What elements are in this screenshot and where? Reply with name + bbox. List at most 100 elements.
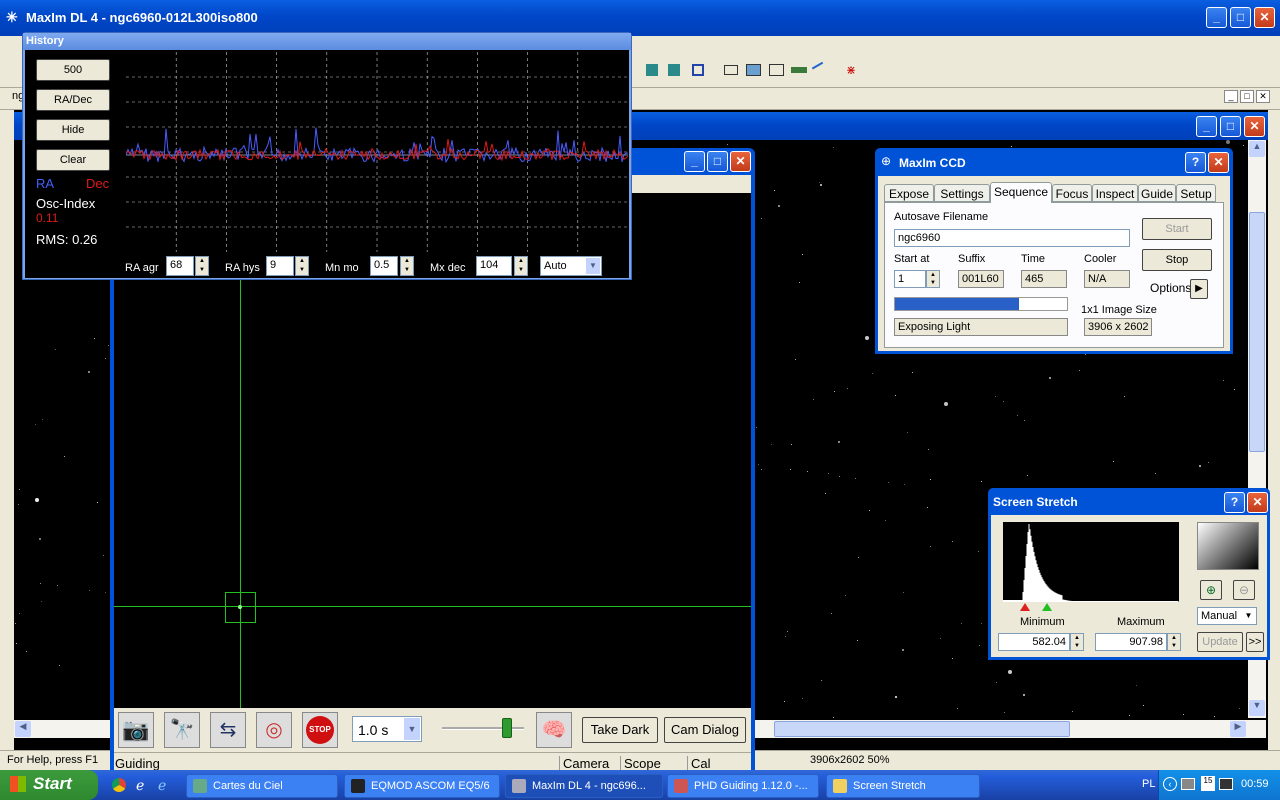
autosave-input[interactable]: ngc6960 [894, 229, 1130, 247]
vscroll-down[interactable]: ▼ [1249, 700, 1265, 716]
ra-agr-input[interactable]: 68 [166, 256, 194, 276]
hscroll-thumb[interactable] [774, 721, 1070, 737]
stop-icon[interactable]: STOP [302, 712, 338, 748]
phd-maximize-button[interactable]: □ [707, 151, 728, 172]
maximize-button[interactable]: □ [1230, 7, 1251, 28]
chevron-down-icon[interactable]: ▼ [586, 258, 600, 274]
chevron-down-icon[interactable]: ▼ [404, 718, 420, 740]
monitor-icon[interactable] [1219, 778, 1233, 790]
mode-select[interactable]: Auto ▼ [540, 256, 602, 276]
exposure-select[interactable]: 1.0 s ▼ [352, 716, 422, 742]
task-maxim[interactable]: MaxIm DL 4 - ngc696... [505, 774, 663, 798]
close-button[interactable]: ✕ [1254, 7, 1275, 28]
min-spinner[interactable]: ▲ ▼ [1070, 633, 1084, 651]
stretch-close-button[interactable]: ✕ [1247, 492, 1268, 513]
ra-hys-spinner[interactable]: ▲ ▼ [295, 256, 309, 276]
mdi-minimize-button[interactable]: _ [1224, 90, 1238, 103]
phd-minimize-button[interactable]: _ [684, 151, 705, 172]
history-hide-button[interactable]: Hide [36, 119, 110, 141]
history-scale-button[interactable]: 500 [36, 59, 110, 81]
toolbar-icon-5[interactable] [746, 64, 761, 76]
max-input[interactable]: 907.98 [1095, 633, 1167, 651]
toolbar-icon-3[interactable] [692, 64, 704, 76]
mn-mo-input[interactable]: 0.5 [370, 256, 398, 276]
toolbar-icon-7[interactable] [791, 67, 807, 73]
start-button[interactable]: Start [1142, 218, 1212, 240]
start-button[interactable]: Start [0, 770, 98, 800]
history-radec-button[interactable]: RA/Dec [36, 89, 110, 111]
task-cartes-du-ciel[interactable]: Cartes du Ciel [186, 774, 338, 798]
ra-hys-input[interactable]: 9 [266, 256, 294, 276]
tab-focus[interactable]: Focus [1052, 184, 1092, 202]
minimize-button[interactable]: _ [1206, 7, 1227, 28]
start-at-input[interactable]: 1 [894, 270, 926, 288]
take-dark-button[interactable]: Take Dark [582, 717, 658, 743]
mx-dec-input[interactable]: 104 [476, 256, 512, 276]
image-minimize-button[interactable]: _ [1196, 116, 1217, 137]
stretch-mode-select[interactable]: Manual ▼ [1197, 607, 1257, 625]
telescope-icon[interactable]: 🔭 [164, 712, 200, 748]
ccd-help-button[interactable]: ? [1185, 152, 1206, 173]
toolbar-icon-2[interactable] [668, 64, 680, 76]
image-maximize-button[interactable]: □ [1220, 116, 1241, 137]
tab-sequence[interactable]: Sequence [990, 182, 1052, 203]
task-phd[interactable]: PHD Guiding 1.12.0 -... [667, 774, 819, 798]
phd-close-button[interactable]: ✕ [730, 151, 751, 172]
ie-icon-2[interactable]: ℯ [158, 777, 166, 794]
toolbar-icon-6[interactable] [769, 64, 784, 76]
maxim-titlebar[interactable]: ✳ MaxIm DL 4 - ngc6960-012L300iso800 _ □… [0, 0, 1280, 36]
options-arrow-button[interactable]: ▶ [1190, 279, 1208, 299]
chevron-down-icon[interactable]: ▼ [1242, 609, 1255, 623]
crosshair-horizontal [114, 606, 751, 607]
zoom-out-icon[interactable]: ⊖ [1233, 580, 1255, 600]
history-clear-button[interactable]: Clear [36, 149, 110, 171]
mdi-close-button[interactable]: ✕ [1256, 90, 1270, 103]
star [813, 398, 815, 400]
camera-icon[interactable]: 📷 [118, 712, 154, 748]
tab-settings[interactable]: Settings [934, 184, 990, 202]
hscroll-right[interactable]: ▶ [1230, 721, 1246, 737]
stretch-histogram[interactable] [1003, 522, 1179, 602]
guide-icon[interactable]: ◎ [256, 712, 292, 748]
update-button[interactable]: Update [1197, 632, 1243, 652]
ra-agr-spinner[interactable]: ▲ ▼ [195, 256, 209, 276]
vscroll-up[interactable]: ▲ [1249, 141, 1265, 157]
network-icon[interactable] [1181, 778, 1195, 790]
stop-button[interactable]: Stop [1142, 249, 1212, 271]
tab-setup[interactable]: Setup [1176, 184, 1216, 202]
toolbar-icon-1[interactable] [646, 64, 658, 76]
brain-icon[interactable]: 🧠 [536, 712, 572, 748]
tab-guide[interactable]: Guide [1138, 184, 1176, 202]
mn-mo-spinner[interactable]: ▲ ▼ [400, 256, 414, 276]
task-screen-stretch[interactable]: Screen Stretch [826, 774, 980, 798]
image-close-button[interactable]: ✕ [1244, 116, 1265, 137]
task-eqmod[interactable]: EQMOD ASCOM EQ5/6 [344, 774, 500, 798]
min-marker-icon[interactable] [1020, 603, 1030, 611]
more-button[interactable]: >> [1246, 632, 1264, 652]
gamma-slider-thumb[interactable] [502, 718, 512, 738]
min-input[interactable]: 582.04 [998, 633, 1070, 651]
zoom-in-icon[interactable]: ⊕ [1200, 580, 1222, 600]
ie-icon-1[interactable]: ℯ [136, 777, 144, 794]
vscroll-thumb[interactable] [1249, 212, 1265, 452]
cam-dialog-button[interactable]: Cam Dialog [664, 717, 746, 743]
hscroll-left[interactable]: ◀ [15, 721, 31, 737]
tab-inspect[interactable]: Inspect [1092, 184, 1138, 202]
start-at-spinner[interactable]: ▲ ▼ [926, 270, 940, 288]
toolbar-icon-4[interactable] [724, 65, 738, 75]
toolbar-icon-8[interactable] [811, 61, 829, 79]
history-titlebar[interactable]: History [23, 33, 631, 50]
loop-icon[interactable]: ⇆ [210, 712, 246, 748]
calendar-day[interactable]: 15 [1201, 776, 1215, 791]
tab-expose[interactable]: Expose [884, 184, 934, 202]
language-indicator[interactable]: PL [1142, 778, 1155, 790]
chrome-icon[interactable] [112, 778, 126, 792]
max-spinner[interactable]: ▲ ▼ [1167, 633, 1181, 651]
stretch-help-button[interactable]: ? [1224, 492, 1245, 513]
ccd-close-button[interactable]: ✕ [1208, 152, 1229, 173]
mx-dec-spinner[interactable]: ▲ ▼ [514, 256, 528, 276]
mdi-restore-button[interactable]: □ [1240, 90, 1254, 103]
tray-chevron-icon[interactable]: ‹ [1163, 777, 1177, 791]
toolbar-icon-9[interactable]: ⋇ [846, 63, 858, 77]
max-marker-icon[interactable] [1042, 603, 1052, 611]
